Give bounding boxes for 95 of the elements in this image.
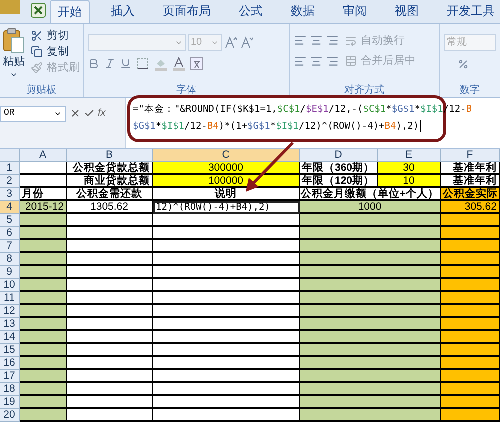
row-header[interactable]: 4 xyxy=(0,201,20,214)
shrink-font-icon[interactable] xyxy=(240,36,254,50)
table-cell: 公积金实际 xyxy=(441,188,500,201)
cancel-icon[interactable] xyxy=(70,108,81,119)
column-header[interactable]: C xyxy=(153,149,300,162)
ribbon-button[interactable]: 剪切 xyxy=(31,30,80,42)
table-cell: 12)^(ROW()-4)+B4),2) xyxy=(153,201,300,214)
row-header[interactable]: 13 xyxy=(0,318,20,331)
brush-icon xyxy=(31,62,43,74)
ribbon-tab[interactable]: 开发工具 xyxy=(440,5,500,23)
ribbon-tab[interactable]: 页面布局 xyxy=(156,5,218,23)
name-box[interactable]: OR xyxy=(0,106,66,122)
row-header[interactable]: 10 xyxy=(0,279,20,292)
row-header[interactable]: 20 xyxy=(0,409,20,422)
table-cell: 月份 xyxy=(20,188,67,201)
row-header[interactable]: 3 xyxy=(0,188,20,201)
table-cell xyxy=(20,162,67,175)
copy-icon xyxy=(31,46,43,58)
underline-icon[interactable] xyxy=(120,58,132,70)
align-bottom-icon[interactable] xyxy=(326,34,339,47)
align-middle-icon[interactable] xyxy=(310,34,323,47)
table-cell: 300000 xyxy=(153,162,300,175)
paste-button[interactable]: 粘贴 xyxy=(3,28,25,85)
table-cell: 10 xyxy=(378,175,441,188)
align-top-icon[interactable] xyxy=(294,34,307,47)
row-header[interactable]: 11 xyxy=(0,292,20,305)
row-header[interactable]: 5 xyxy=(0,214,20,227)
wrap-icon xyxy=(345,35,357,47)
enter-icon[interactable] xyxy=(84,108,95,119)
table-cell xyxy=(20,175,67,188)
group-label: 数字 xyxy=(459,85,481,97)
phonetic-icon[interactable] xyxy=(190,57,204,71)
table-cell: 1000 xyxy=(300,201,441,214)
table-cell: 100000 xyxy=(153,175,300,188)
column-header[interactable]: A xyxy=(20,149,67,162)
row-header[interactable]: 1 xyxy=(0,162,20,175)
group-label: 对齐方式 xyxy=(344,85,386,97)
table-cell: 基准年利 xyxy=(441,175,500,188)
select-all-corner[interactable] xyxy=(0,149,20,162)
group-label: 字体 xyxy=(176,85,198,97)
row-header[interactable]: 18 xyxy=(0,383,20,396)
align-center-icon[interactable] xyxy=(310,55,323,68)
ribbon-tab[interactable]: 视图 xyxy=(388,5,426,23)
table-cell: 基准年利 xyxy=(441,162,500,175)
table-cell: 1305.62 xyxy=(67,201,153,214)
fill-color-icon[interactable] xyxy=(154,57,168,71)
table-cell: 305.62 xyxy=(441,201,500,214)
row-header[interactable]: 16 xyxy=(0,357,20,370)
table-cell: 年限（120期） xyxy=(300,175,378,188)
table-cell: 公积金需还款 xyxy=(67,188,153,201)
row-header[interactable]: 12 xyxy=(0,305,20,318)
row-header[interactable]: 14 xyxy=(0,331,20,344)
dropdown-icon xyxy=(10,71,18,79)
row-header[interactable]: 9 xyxy=(0,266,20,279)
bold-icon[interactable] xyxy=(88,58,100,70)
dropdown-icon xyxy=(54,110,62,118)
table-cell: 2015-12 xyxy=(20,201,67,214)
column-header[interactable]: D xyxy=(300,149,378,162)
font-name-field[interactable] xyxy=(88,34,186,51)
row-header[interactable]: 19 xyxy=(0,396,20,409)
align-left-icon[interactable] xyxy=(294,55,307,68)
ribbon-tab[interactable]: 公式 xyxy=(232,5,270,23)
percent-icon[interactable] xyxy=(458,59,469,70)
ribbon-tab[interactable]: 插入 xyxy=(104,5,142,23)
table-cell: 说明 xyxy=(153,188,300,201)
group-label: 剪贴板 xyxy=(26,85,58,97)
table-cell: 年限（360期） xyxy=(300,162,378,175)
border-icon[interactable] xyxy=(136,57,150,71)
cut-icon xyxy=(31,30,43,42)
column-header[interactable]: F xyxy=(441,149,500,162)
table-cell: 商业贷款总额 xyxy=(67,175,153,188)
row-header[interactable]: 6 xyxy=(0,227,20,240)
font-color-icon[interactable] xyxy=(172,57,186,71)
row-header[interactable]: 8 xyxy=(0,253,20,266)
row-header[interactable]: 17 xyxy=(0,370,20,383)
align-right-icon[interactable] xyxy=(326,55,339,68)
spreadsheet-icon[interactable] xyxy=(31,3,46,18)
italic-icon[interactable] xyxy=(104,58,116,70)
insert-function-button[interactable]: fx xyxy=(98,106,106,121)
row-header[interactable]: 2 xyxy=(0,175,20,188)
grow-font-icon[interactable] xyxy=(224,36,238,50)
annotation-arrow xyxy=(246,142,294,192)
column-header[interactable]: B xyxy=(67,149,153,162)
merge-icon xyxy=(345,55,357,67)
ribbon-tab[interactable]: 开始 xyxy=(50,0,90,23)
row-header[interactable]: 7 xyxy=(0,240,20,253)
column-header[interactable]: E xyxy=(378,149,441,162)
table-cell: 30 xyxy=(378,162,441,175)
ribbon-button[interactable]: 复制 xyxy=(31,46,80,58)
table-cell: 公积金月缴额（单位+个人） xyxy=(300,188,441,201)
clipboard-icon xyxy=(3,28,25,54)
table-cell: 公积金贷款总额 xyxy=(67,162,153,175)
ribbon-tab[interactable]: 审阅 xyxy=(336,5,374,23)
ribbon-tab[interactable]: 数据 xyxy=(284,5,322,23)
row-header[interactable]: 15 xyxy=(0,344,20,357)
